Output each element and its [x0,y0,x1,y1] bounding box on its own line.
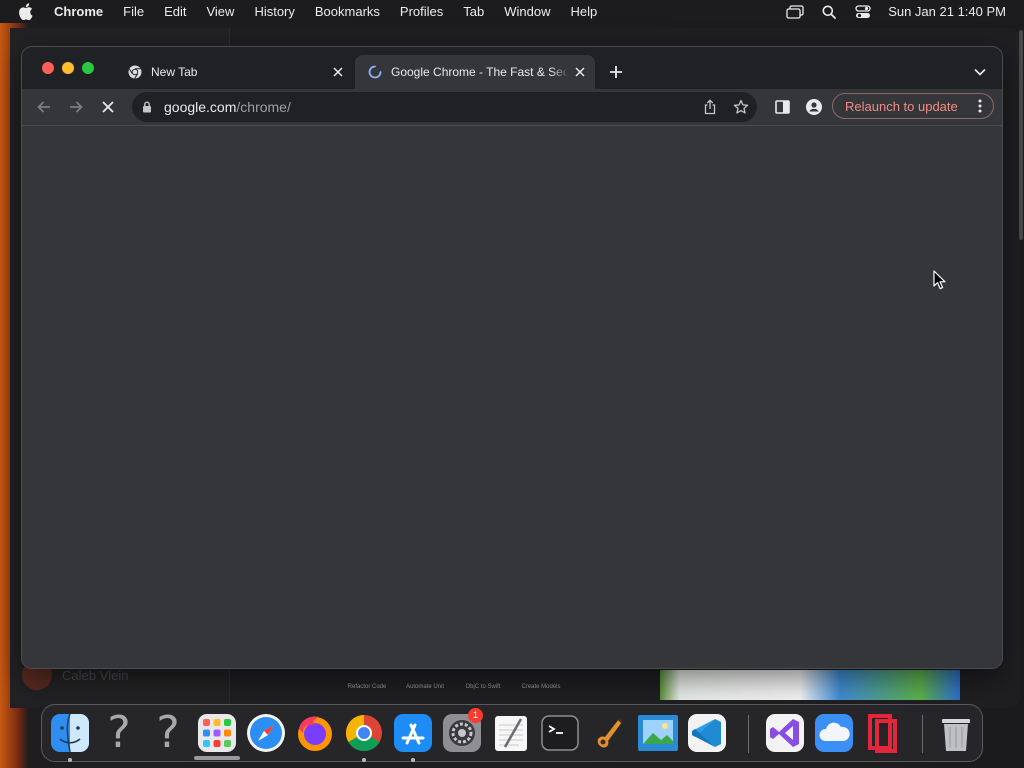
notification-badge: 1 [468,708,483,723]
tab-new-tab[interactable]: New Tab [117,55,353,89]
visual-studio-icon[interactable] [762,710,808,756]
desktop-scrollbar[interactable] [1019,30,1023,240]
profile-icon[interactable] [804,97,824,117]
address-bar[interactable]: google.com/chrome/ [132,92,757,122]
garageband-icon[interactable] [586,710,632,756]
screen-mirroring-icon[interactable] [778,0,812,23]
app-store-icon[interactable] [390,710,436,756]
tab-strip: New Tab Google Chrome - The Fast & Secur… [22,47,1002,89]
mouse-cursor-icon [933,270,947,290]
more-menu-icon[interactable] [975,99,985,113]
bookmark-star-icon[interactable] [733,99,749,115]
menu-history[interactable]: History [244,0,304,23]
close-tab-icon[interactable] [331,65,345,79]
chrome-window: New Tab Google Chrome - The Fast & Secur… [22,47,1002,668]
menu-view[interactable]: View [196,0,244,23]
thumbnail-label: Create Models [521,684,561,690]
page-content[interactable] [22,125,1002,668]
safari-icon[interactable] [243,710,289,756]
thumbnail-label: Refactor Code [347,684,387,690]
textedit-icon[interactable] [488,710,534,756]
menu-bar: Chrome File Edit View History Bookmarks … [0,0,1024,23]
close-window-button[interactable] [42,62,54,74]
tab-title: Google Chrome - The Fast & Secure [391,65,566,79]
terminal-icon[interactable] [537,710,583,756]
url-host: google.com [164,99,237,115]
vscode-icon[interactable] [684,710,730,756]
back-arrow-icon[interactable] [34,97,54,117]
dock-separator [922,715,923,753]
tab-search-chevron-icon[interactable] [972,64,988,80]
preview-icon[interactable] [635,710,681,756]
question-mark-icon[interactable]: ? [145,710,191,756]
running-indicator [411,758,415,762]
side-panel-icon[interactable] [772,97,792,117]
menu-bookmarks[interactable]: Bookmarks [305,0,390,23]
url-path: /chrome/ [236,99,291,115]
weather-icon[interactable] [811,710,857,756]
menu-bar-clock[interactable]: Sun Jan 21 1:40 PM [880,4,1006,19]
tab-title: New Tab [151,65,198,79]
menu-app-chrome[interactable]: Chrome [50,0,113,23]
background-thumbnails: Refactor Code Automate Unit ObjC to Swif… [345,684,563,691]
trash-icon[interactable] [933,710,979,756]
finder-icon[interactable] [47,710,93,756]
stop-loading-icon[interactable] [98,97,118,117]
relaunch-label: Relaunch to update [845,98,958,114]
dock: ? ? 1 [41,704,983,762]
running-indicator [362,758,366,762]
relaunch-to-update-button[interactable]: Relaunch to update [832,93,994,119]
menu-edit[interactable]: Edit [154,0,196,23]
address-url[interactable]: google.com/chrome/ [164,99,291,115]
background-user-name: Caleb Vlein [62,667,129,683]
menu-file[interactable]: File [113,0,154,23]
menu-help[interactable]: Help [561,0,608,23]
close-tab-icon[interactable] [573,65,587,79]
loading-spinner-icon [367,64,383,80]
firefox-icon[interactable] [292,710,338,756]
question-mark-icon[interactable]: ? [96,710,142,756]
launchpad-icon[interactable] [194,710,240,756]
control-center-icon[interactable] [846,0,880,23]
parallels-icon[interactable] [860,710,906,756]
chrome-icon[interactable] [341,710,387,756]
menu-profiles[interactable]: Profiles [390,0,453,23]
minimize-window-button[interactable] [62,62,74,74]
apple-menu-icon[interactable] [18,3,36,21]
tab-google-chrome[interactable]: Google Chrome - The Fast & Secure [355,55,595,89]
zoom-window-button[interactable] [82,62,94,74]
running-indicator [68,758,72,762]
dock-separator [748,715,749,753]
thumbnail-label: Automate Unit [405,684,445,690]
menu-tab[interactable]: Tab [453,0,494,23]
spotlight-search-icon[interactable] [812,0,846,23]
background-image [660,670,960,700]
share-icon[interactable] [702,99,718,115]
forward-arrow-icon[interactable] [66,97,86,117]
thumbnail-label: ObjC to Swift [465,684,501,690]
chrome-logo-icon [127,64,143,80]
lock-icon[interactable] [142,100,156,114]
toolbar: google.com/chrome/ Relaunch to update [22,89,1002,125]
new-tab-icon[interactable] [607,63,625,81]
menu-window[interactable]: Window [494,0,560,23]
system-settings-icon[interactable]: 1 [439,708,485,756]
desktop-scroll-indicator [194,756,240,760]
